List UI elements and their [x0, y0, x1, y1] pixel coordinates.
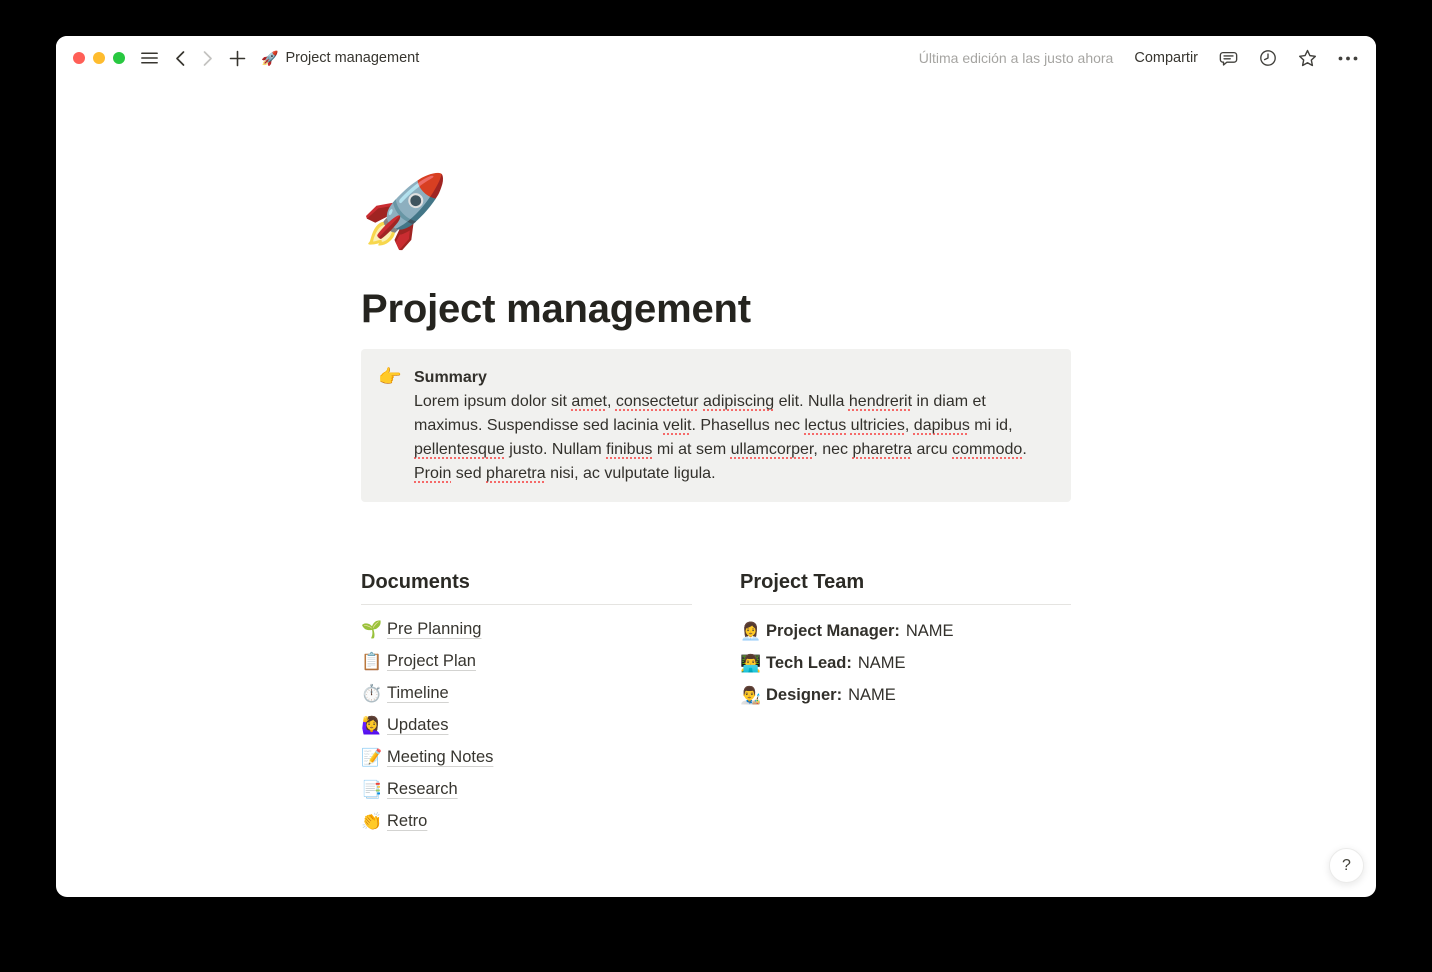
team-column: Project Team 👩‍💼 Project Manager: NAME 👨‍💻 T…: [740, 569, 1071, 837]
document-page-icon: 📝: [361, 747, 383, 767]
breadcrumb-title: Project management: [285, 50, 420, 66]
close-window-button[interactable]: [73, 52, 85, 64]
team-member-name: NAME: [857, 653, 906, 672]
page-icon[interactable]: 🚀: [361, 172, 448, 250]
team-member-icon: 👨‍💻: [740, 653, 762, 673]
breadcrumb-page-icon: 🚀: [261, 50, 279, 66]
document-page-link[interactable]: ⏱️ Timeline: [361, 677, 692, 709]
document-page-label: Project Plan: [387, 651, 476, 670]
document-page-link[interactable]: 🙋‍♀️ Updates: [361, 709, 692, 741]
documents-column: Documents 🌱 Pre Planning 📋 Project Plan ⏱️ Ti…: [361, 569, 692, 837]
team-member-name: NAME: [905, 621, 954, 640]
document-page-icon: 🌱: [361, 619, 383, 639]
window-controls: [73, 52, 125, 64]
misspelled-word: pharetra: [852, 441, 913, 458]
zoom-window-button[interactable]: [113, 52, 125, 64]
breadcrumb[interactable]: 🚀 Project management: [261, 50, 419, 66]
share-button[interactable]: Compartir: [1134, 50, 1198, 66]
document-page-link[interactable]: 👏 Retro: [361, 805, 692, 837]
page-title[interactable]: Project management: [361, 285, 1071, 333]
misspelled-word: pellentesque: [414, 441, 505, 458]
misspelled-word: lectus: [804, 417, 847, 434]
favorite-star-icon[interactable]: [1298, 49, 1317, 67]
summary-callout: 👉 Summary Lorem ipsum dolor sit amet, co…: [361, 349, 1071, 502]
misspelled-word: velit: [663, 417, 692, 434]
team-member-icon: 👨‍🎨: [740, 685, 762, 705]
document-page-label: Retro: [387, 811, 428, 830]
document-page-link[interactable]: 📑 Research: [361, 773, 692, 805]
misspelled-word: finibus: [606, 441, 653, 458]
new-page-icon[interactable]: [229, 50, 246, 67]
document-page-label: Timeline: [387, 683, 449, 702]
forward-icon[interactable]: [201, 50, 215, 67]
misspelled-word: adipiscing: [703, 393, 775, 410]
last-edited-status: Última edición a las justo ahora: [918, 50, 1114, 66]
team-member-role: Designer:: [766, 685, 843, 704]
document-page-icon: 🙋‍♀️: [361, 715, 383, 735]
misspelled-word: ultricies: [850, 417, 905, 434]
document-page-link[interactable]: 📋 Project Plan: [361, 645, 692, 677]
misspelled-word: pharetra: [486, 465, 546, 482]
document-page-link[interactable]: 📝 Meeting Notes: [361, 741, 692, 773]
document-page-icon: 📑: [361, 779, 383, 799]
page-scroll-area: 🚀 Project management 👉 Summary Lorem ips…: [56, 80, 1376, 897]
document-page-link[interactable]: 🌱 Pre Planning: [361, 613, 692, 645]
misspelled-word: Proin: [414, 465, 452, 482]
team-member-row: 👨‍💻 Tech Lead: NAME: [740, 647, 1071, 679]
app-window: 🚀 Project management Última edición a la…: [56, 36, 1376, 897]
team-member-name: NAME: [848, 685, 896, 704]
more-options-icon[interactable]: [1338, 56, 1358, 61]
documents-heading: Documents: [361, 569, 692, 605]
document-page-label: Research: [387, 779, 458, 798]
pointing-right-icon[interactable]: 👉: [378, 366, 404, 486]
history-icon[interactable]: [1259, 49, 1277, 67]
misspelled-word: ullamcorper: [730, 441, 814, 458]
comments-icon[interactable]: [1219, 50, 1238, 67]
callout-paragraph: Lorem ipsum dolor sit amet, consectetur …: [414, 393, 1027, 482]
minimize-window-button[interactable]: [93, 52, 105, 64]
titlebar: 🚀 Project management Última edición a la…: [56, 36, 1376, 80]
callout-heading: Summary: [414, 369, 487, 386]
team-member-role: Tech Lead:: [766, 653, 852, 672]
document-page-label: Updates: [387, 715, 449, 734]
team-member-row: 👨‍🎨 Designer: NAME: [740, 679, 1071, 711]
team-heading: Project Team: [740, 569, 1071, 605]
document-page-icon: 👏: [361, 811, 383, 831]
documents-list: 🌱 Pre Planning 📋 Project Plan ⏱️ Timeline 🙋‍♀️…: [361, 613, 692, 837]
sidebar-menu-icon[interactable]: [140, 49, 159, 67]
team-member-row: 👩‍💼 Project Manager: NAME: [740, 615, 1071, 647]
help-button-label: ?: [1342, 856, 1351, 874]
team-list: 👩‍💼 Project Manager: NAME 👨‍💻 Tech Lead: NAME…: [740, 615, 1071, 711]
misspelled-word: commodo: [952, 441, 1023, 458]
misspelled-word: consectetur: [615, 393, 699, 410]
help-button[interactable]: ?: [1329, 848, 1364, 883]
misspelled-word: dapibus: [913, 417, 970, 434]
document-page-label: Meeting Notes: [387, 747, 494, 766]
misspelled-word: hendrerit: [848, 393, 913, 410]
back-icon[interactable]: [173, 50, 187, 67]
document-page-icon: 📋: [361, 651, 383, 671]
team-member-icon: 👩‍💼: [740, 621, 762, 641]
document-page-icon: ⏱️: [361, 683, 383, 703]
team-member-role: Project Manager:: [766, 621, 900, 640]
misspelled-word: amet: [571, 393, 607, 410]
document-page-label: Pre Planning: [387, 619, 482, 638]
